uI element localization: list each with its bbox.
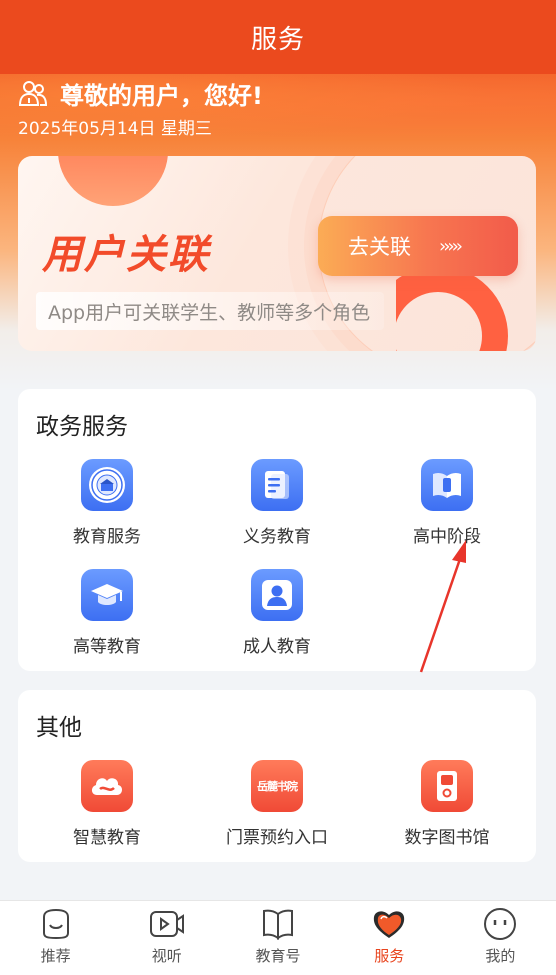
emblem-icon <box>81 459 133 511</box>
person-icon <box>251 569 303 621</box>
heart-icon <box>374 911 405 938</box>
tab-mine[interactable]: 我的 <box>445 901 556 975</box>
smile-icon <box>42 908 69 940</box>
top-bar: 服务 <box>0 0 556 74</box>
service-label: 数字图书馆 <box>404 828 490 848</box>
greeting-date: 2025年05月14日 星期三 <box>18 119 212 139</box>
tab-education-account[interactable]: 教育号 <box>222 901 333 975</box>
document-icon <box>251 459 303 511</box>
library-icon <box>421 760 473 812</box>
book-open-icon <box>263 909 293 940</box>
cloud-icon <box>81 760 133 812</box>
banner-title: 用户关联 <box>42 232 210 278</box>
greeting-text: 尊敬的用户，您好! <box>60 81 263 110</box>
tab-label: 服务 <box>374 947 405 965</box>
tab-audio-video[interactable]: 视听 <box>111 901 222 975</box>
graduation-cap-icon <box>81 569 133 621</box>
others-title: 其他 <box>36 715 82 741</box>
users-icon <box>18 81 48 106</box>
tab-label: 视听 <box>151 947 182 965</box>
service-high-school[interactable]: 高中阶段 <box>377 459 517 549</box>
gov-services-title: 政务服务 <box>36 414 128 440</box>
link-now-button[interactable]: 去关联 ››››› <box>318 216 518 276</box>
service-digital-library[interactable]: 数字图书馆 <box>377 760 517 850</box>
user-link-banner[interactable]: 用户关联 去关联 ››››› App用户可关联学生、教师等多个角色 <box>18 156 536 351</box>
page-title: 服务 <box>250 24 305 55</box>
gov-services-card: 政务服务 教育服务 义务教育 高中阶段 高等教育 成人教育 <box>18 389 536 671</box>
service-compulsory-education[interactable]: 义务教育 <box>207 459 347 549</box>
service-label: 教育服务 <box>73 527 141 547</box>
bottom-tab-bar: 推荐 视听 教育号 服务 我的 <box>0 900 556 975</box>
academy-logo-icon: 岳麓书院 <box>251 760 303 812</box>
service-ticket-reservation[interactable]: 岳麓书院 门票预约入口 <box>207 760 347 850</box>
service-smart-education[interactable]: 智慧教育 <box>37 760 177 850</box>
tab-recommend[interactable]: 推荐 <box>0 901 111 975</box>
service-label: 成人教育 <box>243 637 311 657</box>
service-label: 智慧教育 <box>73 828 141 848</box>
service-label: 门票预约入口 <box>226 828 328 848</box>
academy-logo-text: 岳麓书院 <box>257 780 298 793</box>
service-label: 义务教育 <box>243 527 311 547</box>
tab-label: 我的 <box>485 947 516 965</box>
tab-label: 教育号 <box>255 947 301 965</box>
service-higher-education[interactable]: 高等教育 <box>37 569 177 659</box>
service-education[interactable]: 教育服务 <box>37 459 177 549</box>
arrows-icon: ››››› <box>439 235 463 257</box>
service-label: 高等教育 <box>73 637 141 657</box>
greeting-section: 尊敬的用户，您好! 2025年05月14日 星期三 <box>18 76 538 139</box>
book-icon <box>421 459 473 511</box>
video-icon <box>149 911 184 937</box>
others-card: 其他 智慧教育 岳麓书院 门票预约入口 数字图书馆 <box>18 690 536 862</box>
banner-decoration-arc <box>58 156 168 206</box>
link-now-button-label: 去关联 <box>348 235 411 259</box>
banner-subtitle: App用户可关联学生、教师等多个角色 <box>36 292 385 330</box>
face-icon <box>484 908 517 940</box>
service-adult-education[interactable]: 成人教育 <box>207 569 347 659</box>
tab-label: 推荐 <box>40 947 71 965</box>
service-label: 高中阶段 <box>413 527 481 547</box>
tab-services[interactable]: 服务 <box>334 901 445 975</box>
